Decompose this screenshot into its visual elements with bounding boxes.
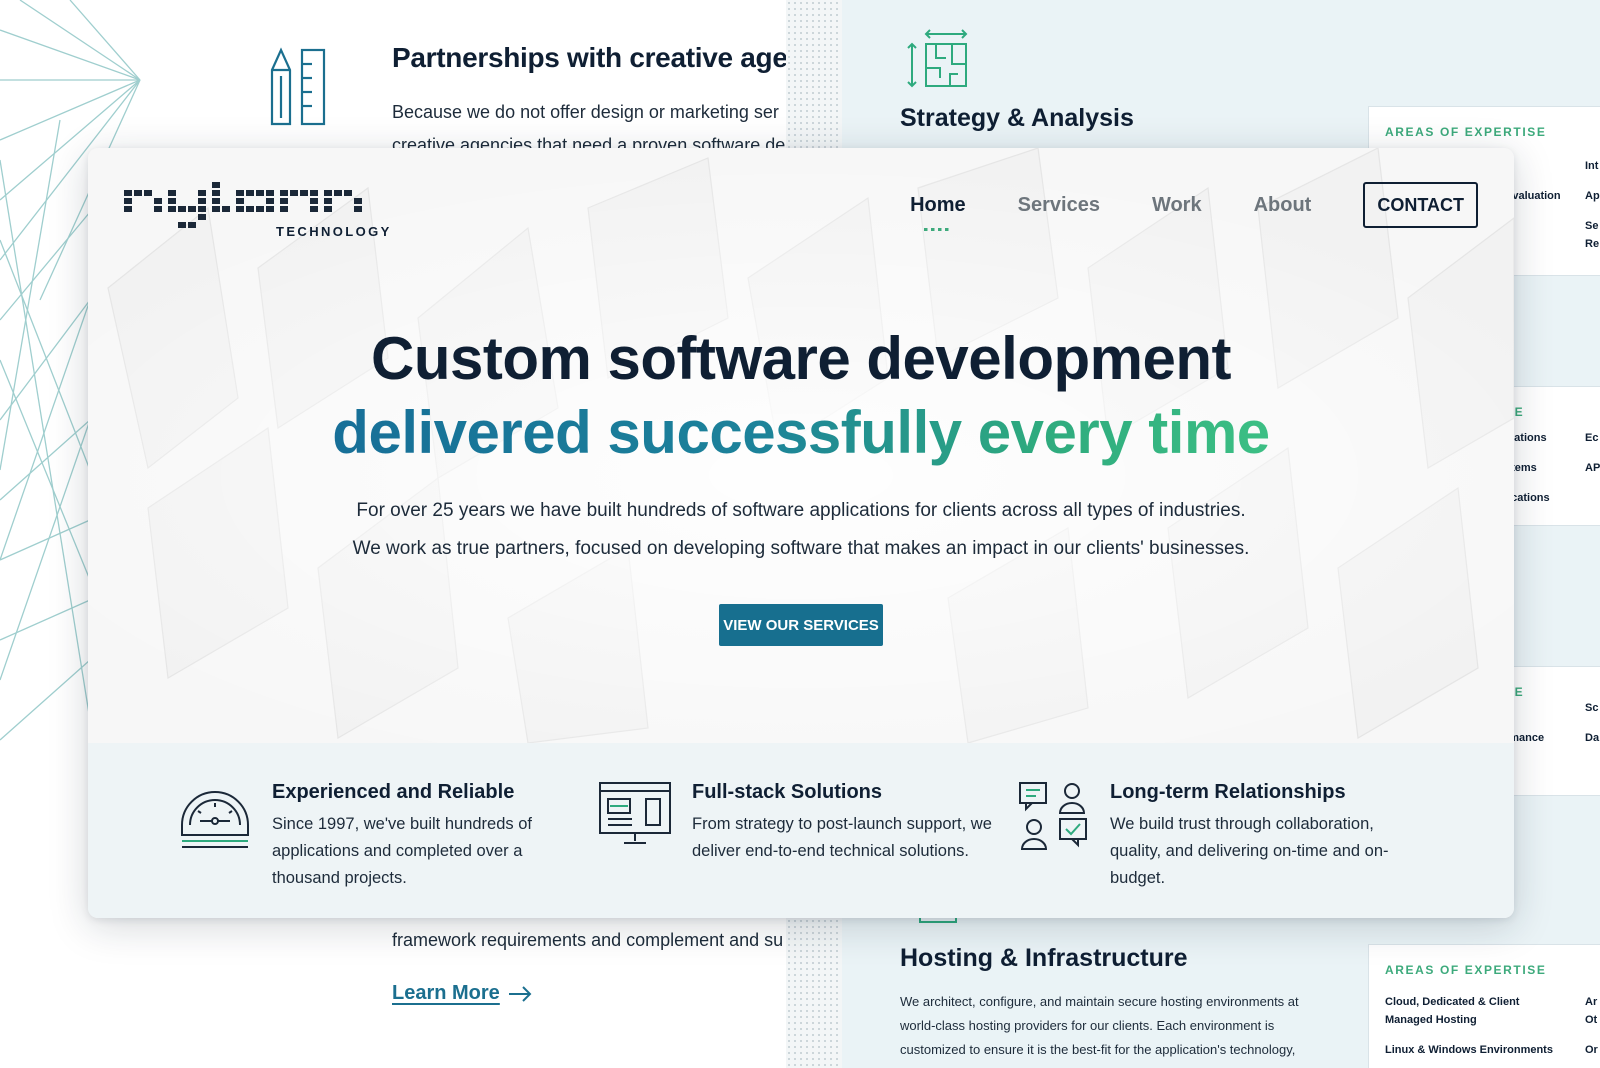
expertise-item: Re [1585, 238, 1600, 250]
pencil-ruler-icon [270, 47, 326, 126]
features-section: Experienced and Reliable Since 1997, we'… [88, 743, 1514, 918]
expertise-item: Se [1585, 220, 1599, 232]
nav-item-home[interactable]: Home [910, 194, 966, 217]
monitor-layout-icon [599, 782, 671, 844]
homepage-window: TECHNOLOGY Home Services Work About CONT… [88, 148, 1514, 918]
hero-intro: For over 25 years we have built hundreds… [88, 492, 1514, 568]
learn-more-label: Learn More [392, 982, 500, 1004]
feature-text: We build trust through collaboration, qu… [1110, 815, 1389, 887]
hero-subheadline-text: delivered successfully every time [332, 399, 1270, 466]
expertise-label: AREAS OF EXPERTISE [1385, 963, 1547, 977]
partnerships-heading: Partnerships with creative agen [392, 42, 786, 73]
feature-title: Long-term Relationships [1110, 781, 1346, 803]
feature-text: Since 1997, we've built hundreds of appl… [272, 815, 532, 887]
gauge-icon [181, 791, 249, 848]
expertise-item: Cloud, Dedicated & Client [1385, 996, 1520, 1008]
expertise-item: Linux & Windows Environments [1385, 1044, 1553, 1056]
expertise-label: AREAS OF EXPERTISE [1385, 125, 1547, 139]
expertise-item: Da [1585, 732, 1600, 744]
feature-title: Full-stack Solutions [692, 781, 883, 803]
expertise-item: Sc [1585, 702, 1599, 714]
hero-intro-line-2: We work as true partners, focused on dev… [352, 538, 1250, 559]
expertise-item: Ar [1585, 996, 1598, 1008]
nav-item-work[interactable]: Work [1152, 194, 1202, 217]
people-chat-icon [1019, 782, 1087, 850]
expertise-item: Int [1585, 160, 1599, 172]
hero-headline: Custom software development [371, 325, 1232, 392]
expertise-item: Ec [1585, 432, 1599, 444]
hero-subheadline: delivered successfully every time [88, 398, 1514, 467]
hosting-text: We architect, configure, and maintain se… [900, 994, 1299, 1057]
contact-button[interactable]: CONTACT [1363, 182, 1478, 228]
strategy-heading: Strategy & Analysis [900, 104, 1134, 132]
expertise-item: Ot [1585, 1014, 1598, 1026]
nav-item-about[interactable]: About [1254, 194, 1312, 217]
expertise-item: Ap [1585, 190, 1600, 202]
feature-title: Experienced and Reliable [272, 781, 515, 803]
main-nav: Home Services Work About CONTACT [884, 182, 1478, 228]
blueprint-icon [907, 29, 968, 88]
nav-item-services[interactable]: Services [1018, 194, 1100, 217]
hosting-heading: Hosting & Infrastructure [900, 944, 1188, 972]
expertise-item: Or [1585, 1044, 1598, 1056]
hero-section: TECHNOLOGY Home Services Work About CONT… [88, 148, 1514, 743]
hero-intro-line-1: For over 25 years we have built hundreds… [356, 500, 1246, 521]
expertise-item: Managed Hosting [1385, 1014, 1477, 1026]
partnerships-text-line-1: Because we do not offer design or market… [392, 102, 779, 122]
arrow-right-icon [508, 985, 532, 1002]
expertise-card: AREAS OF EXPERTISE Cloud, Dedicated & Cl… [1368, 944, 1600, 1068]
learn-more-link[interactable]: Learn More [392, 982, 532, 1005]
expertise-item: AP [1585, 462, 1600, 474]
logo-tagline: TECHNOLOGY [276, 224, 392, 239]
framework-text: framework requirements and complement an… [392, 930, 784, 950]
feature-text: From strategy to post-launch support, we… [692, 815, 992, 860]
view-services-button[interactable]: VIEW OUR SERVICES [719, 604, 883, 646]
